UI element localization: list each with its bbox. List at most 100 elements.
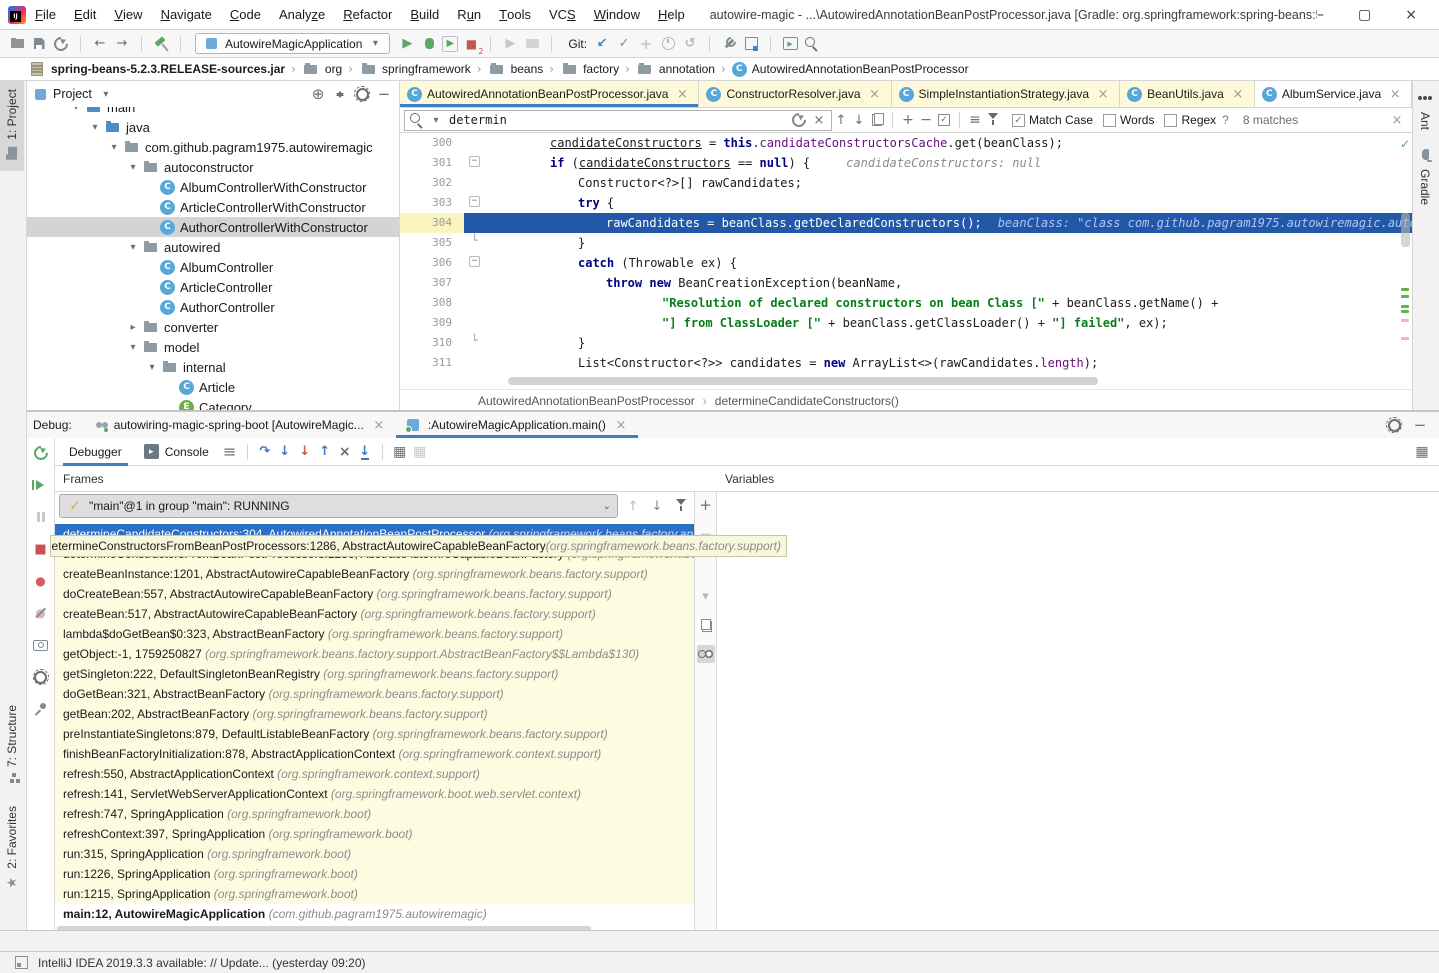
code-line-305[interactable]: 305└}	[400, 233, 1412, 253]
hide-panel-icon[interactable]	[375, 85, 393, 103]
close-icon[interactable]	[1386, 85, 1404, 103]
fold-marker-icon[interactable]: −	[469, 156, 480, 167]
search-option-regex[interactable]: Regex	[1164, 113, 1216, 127]
breadcrumb-segment[interactable]: org	[302, 60, 342, 78]
thread-selector[interactable]: "main"@1 in group "main": RUNNING ⌄	[59, 494, 618, 518]
frame-row[interactable]: refresh:550, AbstractApplicationContext …	[55, 764, 694, 784]
code-line-302[interactable]: 302Constructor<?>[] rawCandidates;	[400, 173, 1412, 193]
line-number[interactable]: 305	[400, 233, 464, 253]
chevron-down-icon[interactable]: ▾	[125, 342, 141, 353]
chevron-down-icon[interactable]: ▾	[87, 122, 103, 133]
forward-icon[interactable]	[113, 35, 131, 53]
menu-item-run[interactable]: Run	[448, 0, 490, 30]
close-icon[interactable]	[1229, 85, 1247, 103]
project-settings-gear-icon[interactable]	[353, 85, 371, 103]
frame-row[interactable]: doGetBean:321, AbstractBeanFactory (org.…	[55, 684, 694, 704]
stepover-icon[interactable]	[256, 443, 274, 461]
line-number[interactable]: 300	[400, 133, 464, 153]
code-line-307[interactable]: 307throw new BeanCreationException(beanN…	[400, 273, 1412, 293]
clear-icon[interactable]	[810, 111, 828, 129]
tree-item-converter[interactable]: ▸converter	[27, 317, 399, 337]
fold-marker-icon[interactable]: −	[469, 196, 480, 207]
pin-tab-icon[interactable]	[32, 700, 50, 718]
frame-row[interactable]: doCreateBean:557, AbstractAutowireCapabl…	[55, 584, 694, 604]
frame-row[interactable]: main:12, AutowireMagicApplication (com.g…	[55, 904, 694, 924]
chevron-down-icon[interactable]: ▾	[125, 242, 141, 253]
menu-item-tools[interactable]: Tools	[490, 0, 540, 30]
frame-row[interactable]: lambda$doGetBean$0:323, AbstractBeanFact…	[55, 624, 694, 644]
breadcrumb-segment[interactable]: spring-beans-5.2.3.RELEASE-sources.jar	[28, 60, 285, 78]
next-frame-icon[interactable]	[648, 497, 666, 515]
tree-item-autowired[interactable]: ▾autowired	[27, 237, 399, 257]
debugger-settings-icon[interactable]	[32, 668, 50, 686]
view-breakpoints-icon[interactable]	[32, 572, 50, 590]
stripe-button-gradle[interactable]: Gradle	[1413, 138, 1437, 213]
run-configuration-combo[interactable]: AutowireMagicApplication▾	[195, 33, 390, 54]
tab-debugger[interactable]: Debugger	[59, 438, 132, 466]
tree-item-authorcontroller[interactable]: AuthorController	[27, 297, 399, 317]
viewbp-icon[interactable]	[391, 443, 409, 461]
close-icon[interactable]	[673, 85, 691, 103]
line-number[interactable]: 303	[400, 193, 464, 213]
line-number[interactable]: 302	[400, 173, 464, 193]
debug-hide-icon[interactable]	[1411, 416, 1429, 434]
menu-item-file[interactable]: File	[26, 0, 65, 30]
code-line-308[interactable]: 308"Resolution of declared constructors …	[400, 293, 1412, 313]
stepout-icon[interactable]	[316, 443, 334, 461]
gitclock-icon[interactable]	[659, 35, 677, 53]
editor-tab[interactable]: AlbumService.java	[1255, 81, 1412, 107]
debug-session-tab[interactable]: :AutowireMagicApplication.main()	[396, 412, 638, 438]
menu-item-view[interactable]: View	[105, 0, 151, 30]
line-number[interactable]: 308	[400, 293, 464, 313]
code-line-300[interactable]: 300candidateConstructors = this.candidat…	[400, 133, 1412, 153]
hist-icon[interactable]	[790, 111, 808, 129]
code-editor[interactable]: 300candidateConstructors = this.candidat…	[400, 133, 1412, 389]
editor-tab[interactable]: AutowiredAnnotationBeanPostProcessor.jav…	[400, 81, 699, 107]
stop-icon[interactable]	[32, 540, 50, 558]
fold-marker-icon[interactable]: −	[469, 256, 480, 267]
editor-tab[interactable]: BeanUtils.java	[1120, 81, 1255, 107]
show-watches-icon[interactable]	[697, 645, 715, 663]
funnel-icon[interactable]	[984, 111, 1002, 129]
tree-item-java[interactable]: ▾java	[27, 117, 399, 137]
line-number[interactable]: 310	[400, 333, 464, 353]
line-number[interactable]: 301	[400, 153, 464, 173]
tree-item-albumcontroller[interactable]: AlbumController	[27, 257, 399, 277]
previous-frame-icon[interactable]	[624, 497, 642, 515]
menu-item-vcs[interactable]: VCS	[540, 0, 585, 30]
tree-item-model[interactable]: ▾model	[27, 337, 399, 357]
tab-console[interactable]: Console	[134, 438, 219, 466]
frame-row[interactable]: getObject:-1, 1759250827 (org.springfram…	[55, 644, 694, 664]
close-icon[interactable]	[866, 85, 884, 103]
back-icon[interactable]	[91, 35, 109, 53]
editor-breadcrumb-item[interactable]: AutowiredAnnotationBeanPostProcessor	[478, 394, 695, 408]
structure-icon[interactable]	[742, 35, 760, 53]
chevron-right-icon[interactable]: ▸	[125, 322, 141, 333]
runany-icon[interactable]	[781, 35, 799, 53]
close-search-icon[interactable]	[1388, 111, 1406, 129]
tree-item-internal[interactable]: ▾internal	[27, 357, 399, 377]
tree-item-authorcontrollerwithconstructor[interactable]: AuthorControllerWithConstructor	[27, 217, 399, 237]
open-icon[interactable]	[8, 35, 26, 53]
chevron-down-icon[interactable]: ▾	[68, 107, 84, 113]
duplicate-watch-icon[interactable]	[697, 616, 715, 634]
checkbox-icon[interactable]	[1164, 114, 1177, 127]
close-icon[interactable]	[612, 416, 630, 434]
tree-item-autoconstructor[interactable]: ▾autoconstructor	[27, 157, 399, 177]
close-icon[interactable]	[1094, 85, 1112, 103]
fold-marker-icon[interactable]: └	[469, 236, 480, 247]
rundis-icon[interactable]	[501, 35, 519, 53]
wrench-icon[interactable]	[720, 35, 738, 53]
breadcrumb-segment[interactable]: beans	[488, 60, 544, 78]
fold-marker-icon[interactable]: └	[469, 336, 480, 347]
editor-horizontal-scrollbar[interactable]	[508, 377, 1098, 385]
menu-item-help[interactable]: Help	[649, 0, 694, 30]
chevron-down-icon[interactable]: ▾	[106, 142, 122, 153]
line-number[interactable]: 304	[400, 213, 464, 233]
code-line-304[interactable]: 304rawCandidates = beanClass.getDeclared…	[400, 213, 1412, 233]
mag-icon[interactable]	[803, 35, 821, 53]
gitcherry-icon[interactable]	[637, 35, 655, 53]
search-help[interactable]: ?	[1222, 113, 1229, 127]
tree-item-main[interactable]: ▾main	[27, 107, 399, 117]
code-line-310[interactable]: 310└}	[400, 333, 1412, 353]
